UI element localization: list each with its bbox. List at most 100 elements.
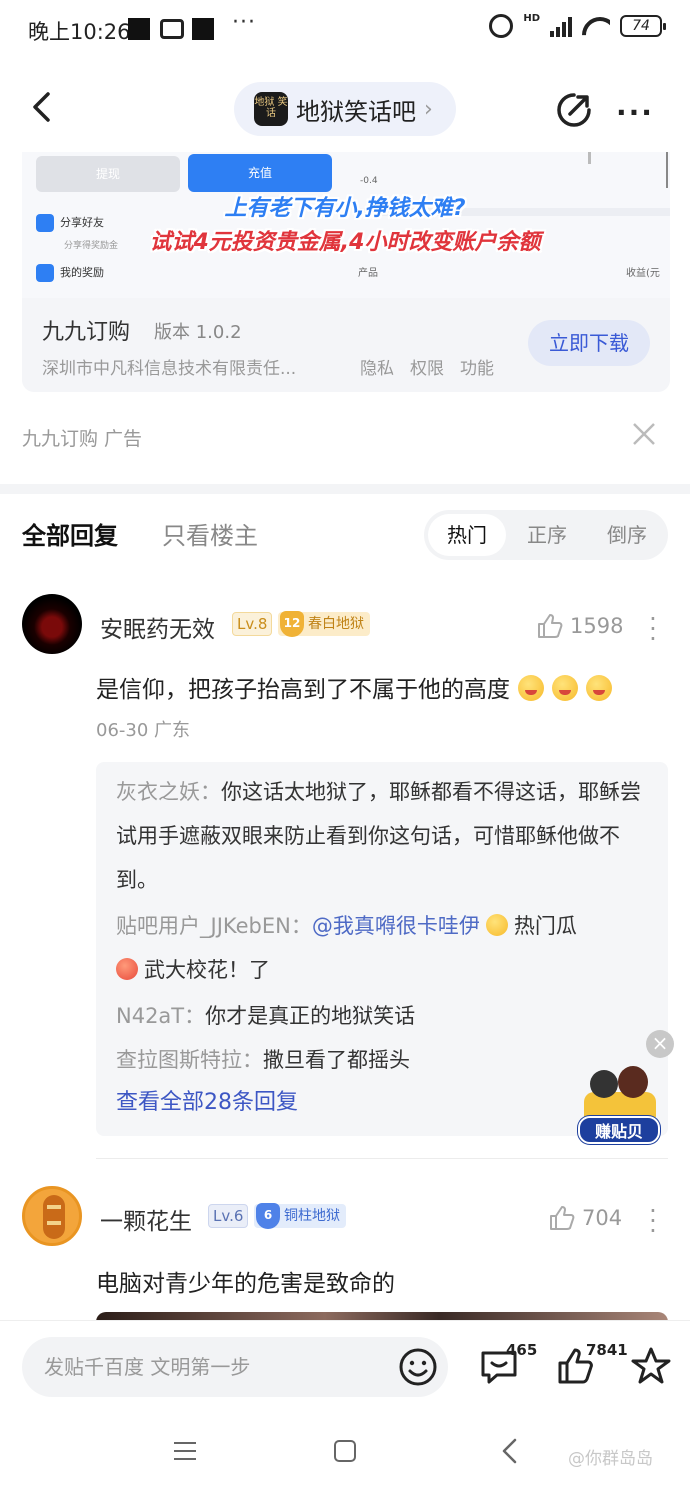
reply-tabs: 全部回复 只看楼主 热门 正序 倒序 <box>0 504 690 564</box>
avatar[interactable] <box>22 1186 82 1246</box>
chevron-right-icon: › <box>424 96 433 122</box>
ad-source-label: 九九订购 广告 <box>22 428 143 450</box>
heart-eyes-emoji-icon <box>116 958 138 980</box>
characters-illustration <box>584 1062 656 1120</box>
rewards-icon <box>36 264 54 282</box>
share-icon[interactable] <box>556 92 592 128</box>
thumbs-up-icon <box>550 1206 575 1230</box>
ad-caption-line1: 上有老下有小,挣钱太难? <box>224 196 466 221</box>
reply-author[interactable]: N42aT： <box>116 1004 205 1028</box>
permissions-link[interactable]: 权限 <box>410 354 444 379</box>
section-divider <box>0 484 690 494</box>
badge-shield-icon: 12 <box>280 611 304 637</box>
home-icon[interactable] <box>334 1440 356 1462</box>
privacy-link[interactable]: 隐私 <box>360 354 394 379</box>
like-count: 704 <box>582 1206 623 1230</box>
status-time: 晚上10:26 <box>28 20 131 44</box>
comment-username[interactable]: 一颗花生 <box>100 1202 192 1236</box>
tab-all-replies[interactable]: 全部回复 <box>22 516 118 551</box>
features-link[interactable]: 功能 <box>460 354 494 379</box>
comment-separator <box>96 1158 668 1159</box>
badge-shield-icon: 6 <box>256 1203 280 1229</box>
title-badge: 12 春白地狱 <box>278 611 370 637</box>
more-vertical-icon[interactable]: · · · <box>646 607 660 651</box>
ad-app-version: 版本 1.0.2 <box>154 322 242 343</box>
ad-chart-bar <box>588 152 591 164</box>
earn-coins-widget[interactable]: 赚贴贝 <box>578 1062 660 1146</box>
ad-app-company: 深圳市中凡科信息技术有限责任... <box>42 359 297 379</box>
redaction-block <box>192 18 214 40</box>
redaction-block <box>128 18 150 40</box>
message-icon <box>160 19 184 39</box>
emoji-icon[interactable] <box>398 1347 438 1387</box>
ad-rewards-row: 我的奖励 <box>36 264 104 282</box>
reply-text: 撒旦看了都摇头 <box>263 1048 410 1072</box>
reply-text: 你才是真正的地狱笑话 <box>205 1004 416 1028</box>
star-icon[interactable] <box>630 1345 672 1387</box>
more-vertical-icon[interactable]: · · · <box>646 1199 660 1243</box>
ad-chart-value: -0.4 <box>360 176 378 186</box>
ad-app-card[interactable]: 九九订购 版本 1.0.2 深圳市中凡科信息技术有限责任... 隐私 权限 功能… <box>22 298 670 392</box>
level-badge: Lv.6 <box>208 1204 249 1228</box>
grin-emoji-icon <box>552 675 578 701</box>
bottom-action-bar: 465 7841 <box>0 1320 690 1410</box>
reply-author[interactable]: 查拉图斯特拉： <box>116 1048 263 1072</box>
more-options-icon[interactable]: ··· <box>616 96 654 129</box>
ad-recharge-button: 充值 <box>188 154 332 192</box>
thinking-emoji-icon <box>485 914 508 936</box>
ad-chart-line <box>666 152 668 188</box>
sub-reply: 查拉图斯特拉：撒旦看了都摇头 <box>116 1038 652 1082</box>
thumbs-up-icon <box>538 614 563 638</box>
grin-emoji-icon <box>518 675 544 701</box>
battery-indicator: 74 <box>620 15 666 37</box>
ad-withdraw-button: 提现 <box>36 156 180 192</box>
grin-emoji-icon <box>586 675 612 701</box>
signal-icon <box>550 15 572 37</box>
recents-icon[interactable] <box>174 1442 196 1460</box>
sort-descending[interactable]: 倒序 <box>588 514 666 556</box>
earn-coins-label: 赚贴贝 <box>578 1116 660 1144</box>
title-badge: 6 铜柱地狱 <box>254 1203 346 1229</box>
top-nav-bar: 地狱 笑话 地狱笑话吧 › ··· <box>0 78 690 140</box>
comment-username[interactable]: 安眠药无效 <box>100 610 215 644</box>
reply-author[interactable]: 贴吧用户_JJKebEN： <box>116 914 312 938</box>
like-count: 1598 <box>570 614 624 638</box>
tab-op-only[interactable]: 只看楼主 <box>162 516 258 551</box>
comment-text: 是信仰，把孩子抬高到了不属于他的高度 <box>96 670 612 704</box>
download-now-button[interactable]: 立即下载 <box>528 320 650 366</box>
sort-hot[interactable]: 热门 <box>428 514 506 556</box>
comment-text: 电脑对青少年的危害是致命的 <box>96 1271 395 1297</box>
forum-title-pill[interactable]: 地狱 笑话 地狱笑话吧 › <box>234 82 456 136</box>
level-badge: Lv.8 <box>232 612 273 636</box>
like-button[interactable]: 1598 <box>536 612 623 640</box>
forum-name: 地狱笑话吧 <box>296 97 416 126</box>
system-nav-bar: @你群岛岛 <box>0 1410 690 1495</box>
reply-input-pill <box>22 1337 448 1397</box>
sort-segmented-control: 热门 正序 倒序 <box>424 510 668 560</box>
mention-link[interactable]: @我真嘚很卡哇伊 <box>312 914 480 938</box>
ad-product-label: 产品 <box>358 268 378 279</box>
reply-text: 武大校花！了 <box>144 958 270 982</box>
avatar[interactable] <box>22 594 82 654</box>
like-count-total: 7841 <box>586 1341 628 1359</box>
back-arrow-icon[interactable] <box>30 92 56 122</box>
status-bar: 晚上10:26 ··· HD 74 <box>0 0 690 62</box>
reply-author[interactable]: 灰衣之妖： <box>116 780 221 804</box>
ad-income-label: 收益(元 <box>626 268 660 279</box>
wifi-icon <box>582 15 610 37</box>
reply-input[interactable] <box>44 1337 384 1397</box>
system-back-icon[interactable] <box>500 1438 520 1464</box>
sub-reply: 灰衣之妖：你这话太地狱了，耶稣都看不得这话，耶稣尝试用手遮蔽双眼来防止看到你这句… <box>116 770 652 902</box>
like-button[interactable]: 704 <box>548 1204 622 1232</box>
sort-ascending[interactable]: 正序 <box>508 514 586 556</box>
more-notifications-icon: ··· <box>232 10 256 35</box>
view-all-replies-link[interactable]: 查看全部28条回复 <box>116 1084 298 1116</box>
ad-app-name: 九九订购 <box>42 320 131 345</box>
close-ad-icon[interactable] <box>630 420 658 448</box>
alarm-icon <box>489 14 514 38</box>
watermark: @你群岛岛 <box>568 1449 653 1469</box>
ad-caption-line2: 试试4元投资贵金属,4小时改变账户余额 <box>149 230 541 255</box>
close-float-icon[interactable]: × <box>646 1030 674 1058</box>
ad-app-links: 隐私 权限 功能 <box>360 354 494 379</box>
comment-meta: 06-30 广东 <box>96 720 191 741</box>
